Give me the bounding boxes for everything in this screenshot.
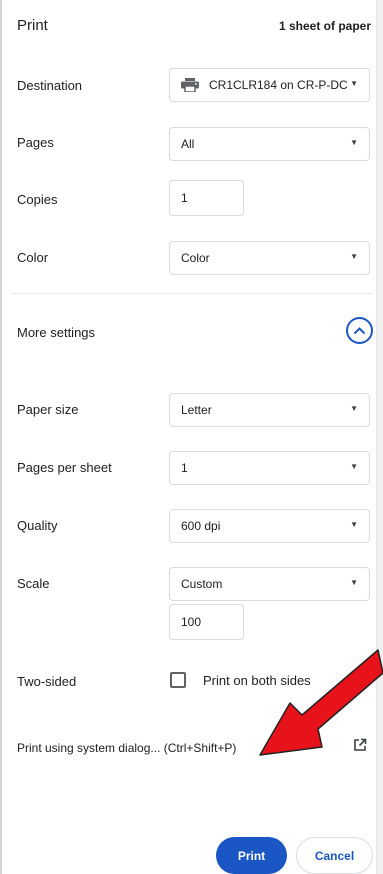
dropdown-caret-icon: ▼ — [350, 404, 358, 413]
section-divider — [10, 293, 374, 294]
color-value: Color — [181, 251, 210, 265]
copies-value: 1 — [181, 191, 188, 205]
system-dialog-link[interactable]: Print using system dialog... (Ctrl+Shift… — [17, 741, 236, 755]
dropdown-caret-icon: ▼ — [350, 138, 358, 147]
pages-value: All — [181, 137, 195, 151]
dialog-title: Print — [17, 17, 48, 34]
scale-custom-value: 100 — [181, 615, 202, 629]
pages-per-sheet-label: Pages per sheet — [17, 460, 112, 475]
destination-value: CR1CLR184 on CR-P-DC — [209, 78, 348, 92]
pages-per-sheet-select[interactable]: 1 ▼ — [169, 451, 370, 485]
dropdown-caret-icon: ▼ — [350, 252, 358, 261]
paper-size-select[interactable]: Letter ▼ — [169, 393, 370, 427]
quality-value: 600 dpi — [181, 519, 221, 533]
copies-label: Copies — [17, 192, 58, 207]
printer-icon — [181, 78, 199, 92]
sheet-count: 1 sheet of paper — [278, 19, 371, 33]
window-left-edge — [0, 0, 2, 874]
more-settings-toggle-button[interactable] — [346, 317, 373, 344]
annotation-arrow-icon — [259, 649, 383, 756]
quality-select[interactable]: 600 dpi ▼ — [169, 509, 370, 543]
dropdown-caret-icon: ▼ — [350, 520, 358, 529]
destination-label: Destination — [17, 78, 83, 93]
dropdown-caret-icon: ▼ — [350, 462, 358, 471]
scale-custom-input[interactable]: 100 — [169, 604, 244, 640]
scale-value: Custom — [181, 577, 223, 591]
dropdown-caret-icon: ▼ — [350, 79, 358, 88]
print-both-sides-checkbox[interactable] — [170, 672, 186, 688]
quality-label: Quality — [17, 518, 58, 533]
destination-select[interactable]: CR1CLR184 on CR-P-DC ▼ — [169, 68, 370, 102]
scale-label: Scale — [17, 576, 50, 591]
paper-size-label: Paper size — [17, 402, 79, 417]
color-select[interactable]: Color ▼ — [169, 241, 370, 275]
pages-per-sheet-value: 1 — [181, 461, 188, 475]
copies-input[interactable]: 1 — [169, 180, 244, 216]
cancel-button[interactable]: Cancel — [296, 837, 373, 874]
more-settings-label[interactable]: More settings — [17, 325, 95, 340]
scale-select[interactable]: Custom ▼ — [169, 567, 370, 601]
dropdown-caret-icon: ▼ — [350, 578, 358, 587]
paper-size-value: Letter — [181, 403, 212, 417]
chevron-up-icon — [353, 327, 366, 335]
pages-select[interactable]: All ▼ — [169, 127, 370, 161]
print-button[interactable]: Print — [216, 837, 287, 874]
pages-label: Pages — [17, 135, 54, 150]
two-sided-label: Two-sided — [17, 674, 77, 689]
color-label: Color — [17, 250, 49, 265]
